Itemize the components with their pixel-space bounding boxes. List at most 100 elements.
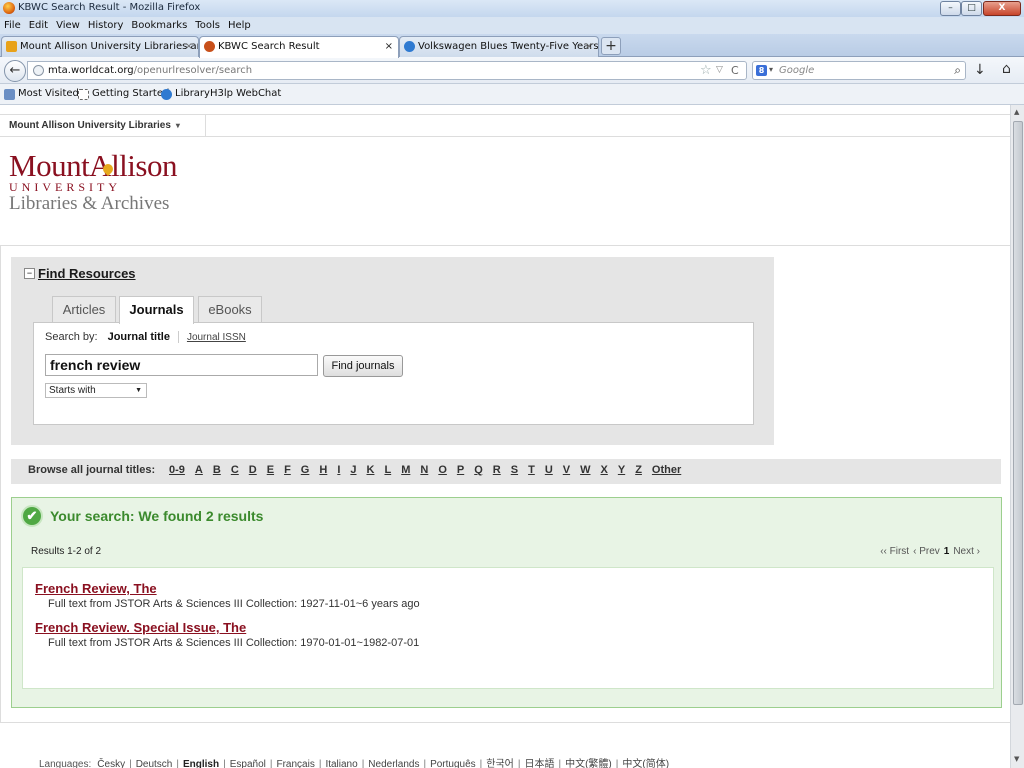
lang-italian[interactable]: Italiano [325, 759, 357, 768]
pagination: ‹‹ First ‹ Prev 1 Next › [876, 546, 980, 557]
menu-edit[interactable]: Edit [25, 17, 52, 34]
maximize-button[interactable]: □ [961, 1, 982, 16]
browse-letter[interactable]: I [337, 464, 340, 476]
close-tab-icon[interactable]: × [185, 37, 193, 56]
lang-czech[interactable]: Česky [97, 759, 125, 768]
bookmark-label: Most Visited [18, 88, 79, 99]
browse-letter[interactable]: Z [635, 464, 642, 476]
separator: | [129, 759, 132, 768]
search-by-journal-issn[interactable]: Journal ISSN [187, 332, 246, 343]
lang-french[interactable]: Français [276, 759, 314, 768]
tab-articles[interactable]: Articles [52, 296, 116, 323]
browse-letter[interactable]: F [284, 464, 291, 476]
menu-tools[interactable]: Tools [191, 17, 224, 34]
menu-view[interactable]: View [52, 17, 84, 34]
pager-current: 1 [943, 546, 950, 557]
find-resources-title[interactable]: Find Resources [38, 266, 136, 281]
lang-german[interactable]: Deutsch [136, 759, 173, 768]
browse-letter[interactable]: G [301, 464, 310, 476]
tab-journals[interactable]: Journals [119, 296, 194, 324]
browse-letter[interactable]: T [528, 464, 535, 476]
tab-kbwc-search-result[interactable]: KBWC Search Result × [199, 36, 399, 58]
engine-dropdown-icon[interactable]: ▾ [769, 65, 773, 74]
menu-bookmarks[interactable]: Bookmarks [127, 17, 191, 34]
scroll-up-icon[interactable]: ▲ [1014, 108, 1019, 116]
search-engine-icon[interactable]: 8 [756, 65, 767, 76]
search-bar[interactable]: 8 ▾ Google ⌕ [752, 61, 966, 80]
menu-file[interactable]: File [0, 17, 25, 34]
download-icon[interactable]: ↓ [974, 62, 986, 78]
close-tab-icon[interactable]: × [385, 37, 393, 56]
browse-letter-other[interactable]: Other [652, 464, 681, 476]
history-dropdown-icon[interactable]: ▽ [716, 65, 723, 75]
bookmark-libraryh3lp[interactable]: LibraryH3lp WebChat [161, 88, 281, 100]
browse-letter[interactable]: P [457, 464, 464, 476]
tab-mount-allison[interactable]: Mount Allison University Libraries an...… [1, 36, 199, 57]
browse-letter[interactable]: Q [474, 464, 483, 476]
browse-letter[interactable]: L [384, 464, 391, 476]
new-tab-button[interactable]: + [601, 37, 621, 55]
lang-portuguese[interactable]: Português [430, 759, 476, 768]
menu-history[interactable]: History [84, 17, 128, 34]
browse-letter[interactable]: R [493, 464, 501, 476]
browse-letter[interactable]: E [267, 464, 274, 476]
bookmark-getting-started[interactable]: Getting Started [78, 88, 169, 100]
browse-letter[interactable]: C [231, 464, 239, 476]
search-icon[interactable]: ⌕ [954, 63, 961, 78]
mount-allison-logo[interactable]: MountAllison UNIVERSITY Libraries & Arch… [9, 150, 177, 215]
library-menu[interactable]: Mount Allison University Libraries ▾ [0, 115, 206, 137]
close-tab-icon[interactable]: × [585, 37, 593, 56]
url-bar[interactable]: mta.worldcat.org/openurlresolver/search … [27, 61, 747, 80]
separator: | [558, 759, 562, 768]
scroll-down-icon[interactable]: ▼ [1014, 755, 1019, 763]
lang-korean[interactable]: 한국어 [486, 759, 514, 768]
search-by-journal-title[interactable]: Journal title [108, 331, 170, 343]
browse-letter[interactable]: O [438, 464, 447, 476]
vertical-scrollbar[interactable]: ▲ ▼ [1010, 105, 1024, 768]
browse-letter[interactable]: 0-9 [169, 464, 185, 476]
minimize-button[interactable]: – [940, 1, 961, 16]
collapse-icon[interactable]: – [24, 267, 35, 279]
tab-volkswagen-blues[interactable]: Volkswagen Blues Twenty-Five Years ... × [399, 36, 599, 57]
browse-letter[interactable]: H [319, 464, 327, 476]
result-coverage: Full text from JSTOR Arts & Sciences III… [48, 637, 420, 649]
home-icon[interactable]: ⌂ [1002, 61, 1011, 77]
browse-letter[interactable]: B [213, 464, 221, 476]
match-mode-select[interactable]: Starts with ▼ [45, 383, 147, 398]
back-button[interactable]: ← [4, 60, 26, 82]
pager-prev[interactable]: ‹ Prev [913, 546, 940, 557]
browse-letter[interactable]: K [367, 464, 375, 476]
menu-help[interactable]: Help [224, 17, 255, 34]
pager-next[interactable]: Next › [953, 546, 980, 557]
lang-dutch[interactable]: Nederlands [368, 759, 419, 768]
bookmark-star-icon[interactable]: ☆ [700, 63, 712, 78]
lang-chinese-traditional[interactable]: 中文(繁體) [565, 759, 612, 768]
browse-letter[interactable]: A [195, 464, 203, 476]
browse-letter[interactable]: U [545, 464, 553, 476]
browse-letter[interactable]: D [249, 464, 257, 476]
browse-letter[interactable]: X [601, 464, 608, 476]
reload-icon[interactable]: C [731, 64, 739, 77]
journal-search-input[interactable]: french review [45, 354, 318, 376]
lang-english: English [182, 759, 220, 768]
browse-letter[interactable]: Y [618, 464, 625, 476]
browse-letter[interactable]: J [350, 464, 356, 476]
result-title-link[interactable]: French Review, The [35, 581, 420, 596]
lang-chinese-simplified[interactable]: 中文(简体) [622, 759, 669, 768]
library-icon [6, 41, 17, 52]
browse-letter[interactable]: V [563, 464, 570, 476]
pager-first[interactable]: ‹‹ First [880, 546, 909, 557]
result-title-link[interactable]: French Review. Special Issue, The [35, 620, 419, 635]
lang-japanese[interactable]: 日本語 [524, 759, 554, 768]
lang-spanish[interactable]: Español [230, 759, 266, 768]
browse-letter[interactable]: N [420, 464, 428, 476]
close-window-button[interactable]: X [983, 1, 1021, 16]
browse-letter[interactable]: S [511, 464, 518, 476]
bookmark-most-visited[interactable]: Most Visited [4, 88, 79, 100]
browse-letter[interactable]: M [401, 464, 410, 476]
find-journals-button[interactable]: Find journals [323, 355, 403, 377]
scroll-thumb[interactable] [1013, 121, 1023, 705]
url-text[interactable]: mta.worldcat.org/openurlresolver/search [48, 65, 252, 76]
tab-ebooks[interactable]: eBooks [198, 296, 262, 323]
browse-letter[interactable]: W [580, 464, 590, 476]
